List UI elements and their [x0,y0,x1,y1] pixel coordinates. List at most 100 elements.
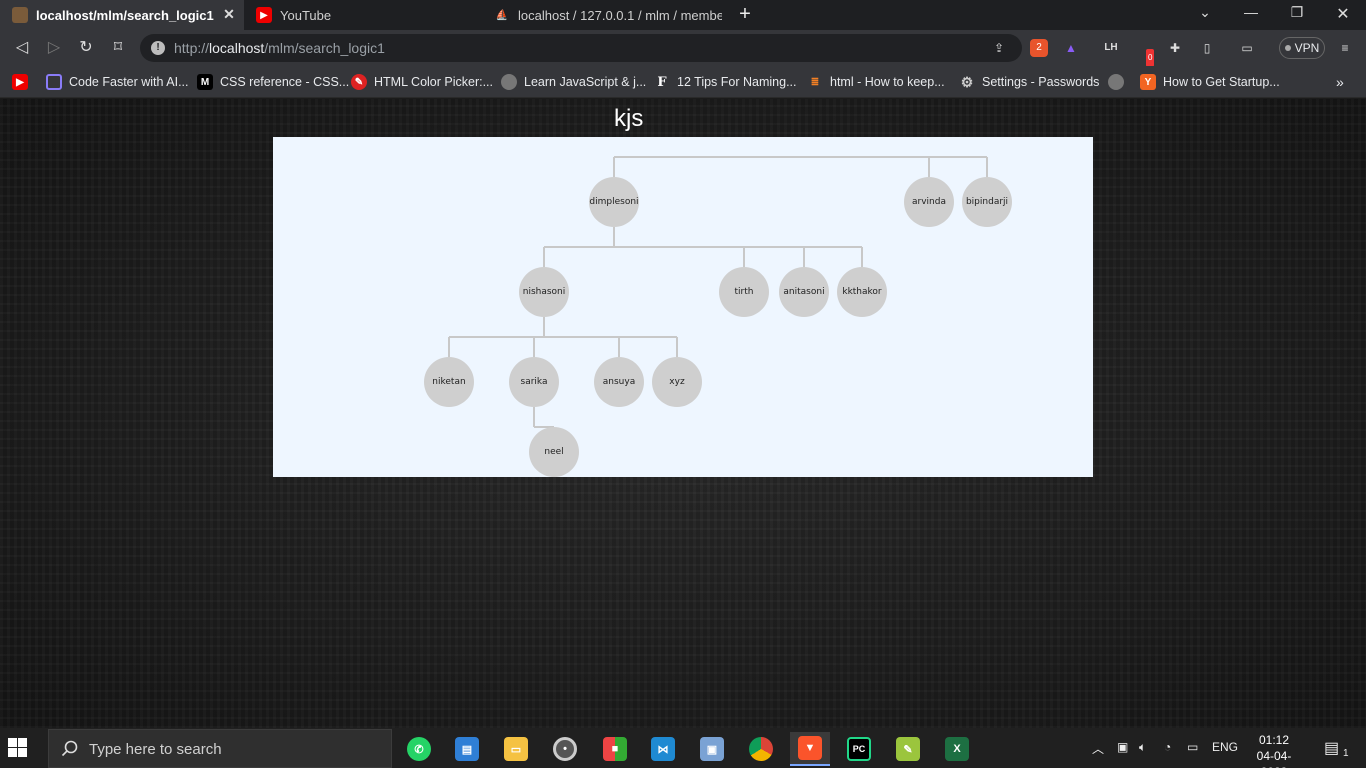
volume-icon[interactable]: 🔈︎ [1139,740,1146,755]
tree-panel: dimplesoni arvinda bipindarji nishasoni tirt… [273,137,1093,477]
site-info-icon[interactable]: ! [151,41,165,55]
language-indicator[interactable]: ENG [1212,740,1238,754]
tree-node-sarika[interactable]: sarika [509,357,559,407]
tree-node-niketan[interactable]: niketan [424,357,474,407]
extension-badge-icon[interactable]: 0 [1140,39,1158,67]
url-text[interactable]: http://localhost/mlm/search_logic1 [174,40,385,56]
excel-app[interactable]: X [937,732,977,766]
menu-icon[interactable]: ≡ [1336,39,1354,57]
tab-strip: localhost/mlm/search_logic1 ✕ ▶ YouTube … [0,0,1366,30]
stackoverflow-icon: ≣ [810,76,820,88]
office-icon: ■ [603,737,627,761]
reload-icon[interactable]: ↻ [75,37,97,59]
search-placeholder: Type here to search [89,741,222,758]
virtualbox-app[interactable]: ▣ [692,732,732,766]
notifications-icon[interactable]: ▤ [1324,738,1339,758]
tab-youtube[interactable]: ▶ YouTube [244,0,482,30]
tree-node-tirth[interactable]: tirth [719,267,769,317]
search-icon [61,740,78,757]
network-icon[interactable]: ◔ [1164,740,1171,754]
new-tab-button[interactable]: + [734,3,756,27]
brave-shields-icon[interactable]: 2 [1030,39,1048,57]
page-title: kjs [614,105,644,132]
excel-icon: X [945,737,969,761]
extensions-puzzle-icon[interactable]: ✚ [1166,39,1184,57]
site-favicon-icon [12,7,28,23]
whatsapp-app[interactable]: ✆ [399,732,439,766]
forward-icon[interactable]: ▷ [43,37,65,59]
tree-node-xyz[interactable]: xyz [652,357,702,407]
globe-icon [501,74,517,90]
tree-node-bipindarji[interactable]: bipindarji [962,177,1012,227]
vscode-app[interactable]: ⋈ [643,732,683,766]
bookmark-startup[interactable]: Y How to Get Startup... [1140,72,1280,92]
bookmark-passwords[interactable]: ⚙ Settings - Passwords [959,72,1100,92]
vpn-status-icon [1284,45,1291,51]
battery-icon[interactable]: ▭ [1187,740,1198,754]
sidebar-icon[interactable]: ▯ [1198,39,1216,57]
close-window-button[interactable]: ✕ [1328,4,1358,26]
bookmark-css-reference[interactable]: M CSS reference - CSS... [197,72,349,92]
system-clock[interactable]: 01:12 04-04-2023 [1244,732,1304,768]
notification-count-badge: 1 [1340,748,1352,759]
close-tab-icon[interactable]: ✕ [220,6,238,23]
tab-search-logic[interactable]: localhost/mlm/search_logic1 ✕ [0,0,244,30]
office-app[interactable]: ■ [595,732,635,766]
bookmark-color-picker[interactable]: ✎ HTML Color Picker:... [351,72,493,92]
colorpicker-icon: ✎ [351,74,367,90]
brave-rewards-icon[interactable]: ▲ [1062,39,1080,57]
bookmark-globe[interactable] [1108,72,1131,92]
youtube-icon: ▶ [256,7,272,23]
bookmark-learn-js[interactable]: Learn JavaScript & j... [501,72,646,92]
file-explorer-app[interactable]: ▭ [496,732,536,766]
tasks-app[interactable]: ▤ [447,732,487,766]
tab-title: YouTube [280,7,332,23]
virtualbox-icon: ▣ [700,737,724,761]
tree-node-neel[interactable]: neel [529,427,579,477]
windows-start-icon[interactable] [8,738,28,758]
bookmark-naming-tips[interactable]: F 12 Tips For Naming... [654,72,796,92]
tree-node-nishasoni[interactable]: nishasoni [519,267,569,317]
tasks-icon: ▤ [455,737,479,761]
back-icon[interactable]: ◁ [11,37,33,59]
bookmark-icon[interactable]: ⌑ [107,37,129,59]
bookmark-codeium[interactable]: Code Faster with AI... [46,72,189,92]
address-bar[interactable]: ! http://localhost/mlm/search_logic1 ⇪ [140,34,1022,62]
f-icon: F [657,74,667,90]
tab-phpmyadmin[interactable]: ⛵ localhost / 127.0.0.1 / mlm / members [482,0,722,30]
bookmark-youtube[interactable]: ▶ [12,72,35,92]
tab-search-chevron-icon[interactable]: ⌄ [1190,4,1220,26]
media-app[interactable]: • [545,732,585,766]
tree-node-ansuya[interactable]: ansuya [594,357,644,407]
wallet-icon[interactable]: ▭ [1238,39,1256,57]
brave-icon: ▼ [798,736,822,760]
meet-icon[interactable]: ▣ [1117,740,1128,754]
tab-title: localhost / 127.0.0.1 / mlm / members [518,7,722,23]
show-hidden-icons-icon[interactable]: ︿ [1092,740,1104,757]
page-viewport: kjs dimplesoni arvinda bipindarji nishasoni… [0,99,1366,728]
phpmyadmin-icon: ⛵ [495,9,509,21]
chrome-app[interactable] [741,732,781,766]
pycharm-app[interactable]: PC [839,732,879,766]
navigation-bar: ◁ ▷ ↻ ⌑ ! http://localhost/mlm/search_lo… [0,30,1366,67]
notepad-app[interactable]: ✎ [888,732,928,766]
tree-node-dimplesoni[interactable]: dimplesoni [589,177,639,227]
taskbar-search-input[interactable]: Type here to search [48,729,392,768]
bookmark-stackoverflow[interactable]: ≣ html - How to keep... [807,72,945,92]
tree-node-kkthakor[interactable]: kkthakor [837,267,887,317]
tree-node-anitasoni[interactable]: anitasoni [779,267,829,317]
share-icon[interactable]: ⇪ [990,39,1008,57]
gear-icon: ⚙ [960,73,974,90]
vpn-button[interactable]: VPN [1279,37,1325,59]
more-bookmarks-icon[interactable]: » [1336,72,1344,92]
ycombinator-icon: Y [1140,74,1156,90]
lighthouse-extension-icon[interactable]: LH [1102,39,1120,57]
brave-app[interactable]: ▼ [790,732,830,766]
chrome-icon [749,737,773,761]
minimize-button[interactable]: — [1236,4,1266,26]
file-explorer-icon: ▭ [504,737,528,761]
bookmarks-bar: ▶ Code Faster with AI... M CSS reference… [0,66,1366,98]
tree-node-arvinda[interactable]: arvinda [904,177,954,227]
whatsapp-icon: ✆ [407,737,431,761]
restore-button[interactable]: ❐ [1282,4,1312,26]
